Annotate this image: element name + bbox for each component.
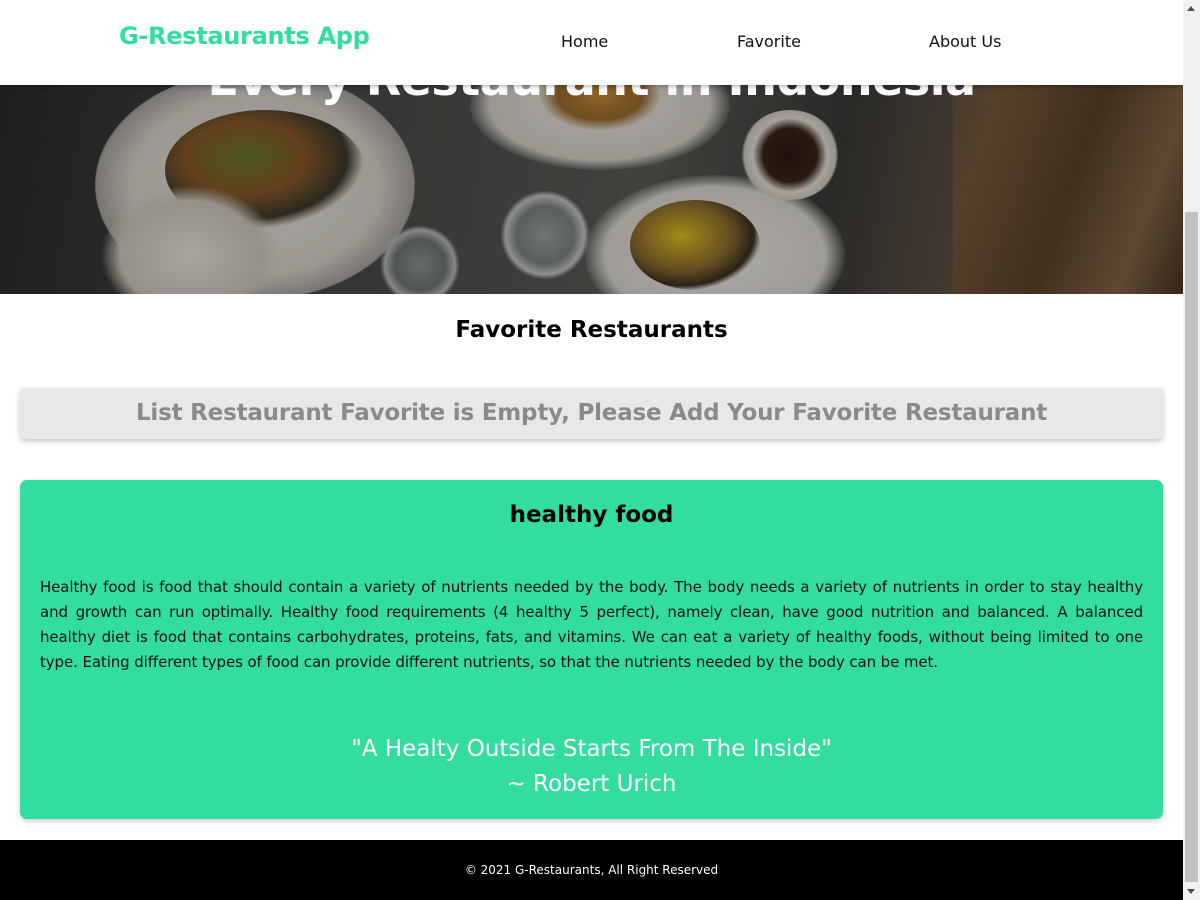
brand-logo[interactable]: G-Restaurants App — [119, 22, 370, 50]
nav-link-favorite[interactable]: Favorite — [737, 32, 801, 51]
page-viewport: Every Restaurant in Indonesia G-Restaura… — [0, 0, 1183, 900]
quote-author: ~ Robert Urich — [506, 771, 677, 797]
scroll-up-arrow-icon[interactable] — [1183, 0, 1200, 17]
quote-block: "A Healty Outside Starts From The Inside… — [20, 732, 1163, 802]
navbar: G-Restaurants App Home Favorite About Us — [0, 0, 1183, 85]
nav-link-home[interactable]: Home — [561, 32, 608, 51]
healthy-food-title: healthy food — [509, 502, 674, 528]
healthy-food-body: Healthy food is food that should contain… — [40, 578, 1143, 671]
footer-copyright: © 2021 G-Restaurants, All Right Reserved — [464, 863, 719, 877]
favorites-heading: Favorite Restaurants — [455, 317, 728, 343]
footer: © 2021 G-Restaurants, All Right Reserved — [0, 840, 1183, 900]
quote-text: "A Healty Outside Starts From The Inside… — [351, 736, 832, 762]
nav-link-about-us[interactable]: About Us — [929, 32, 1001, 51]
favorites-empty-message: List Restaurant Favorite is Empty, Pleas… — [20, 388, 1163, 439]
scroll-down-arrow-icon[interactable] — [1183, 883, 1200, 900]
healthy-food-card: healthy food Healthy food is food that s… — [20, 480, 1163, 819]
page-scrollbar[interactable] — [1183, 0, 1200, 900]
scrollbar-thumb[interactable] — [1185, 212, 1198, 882]
